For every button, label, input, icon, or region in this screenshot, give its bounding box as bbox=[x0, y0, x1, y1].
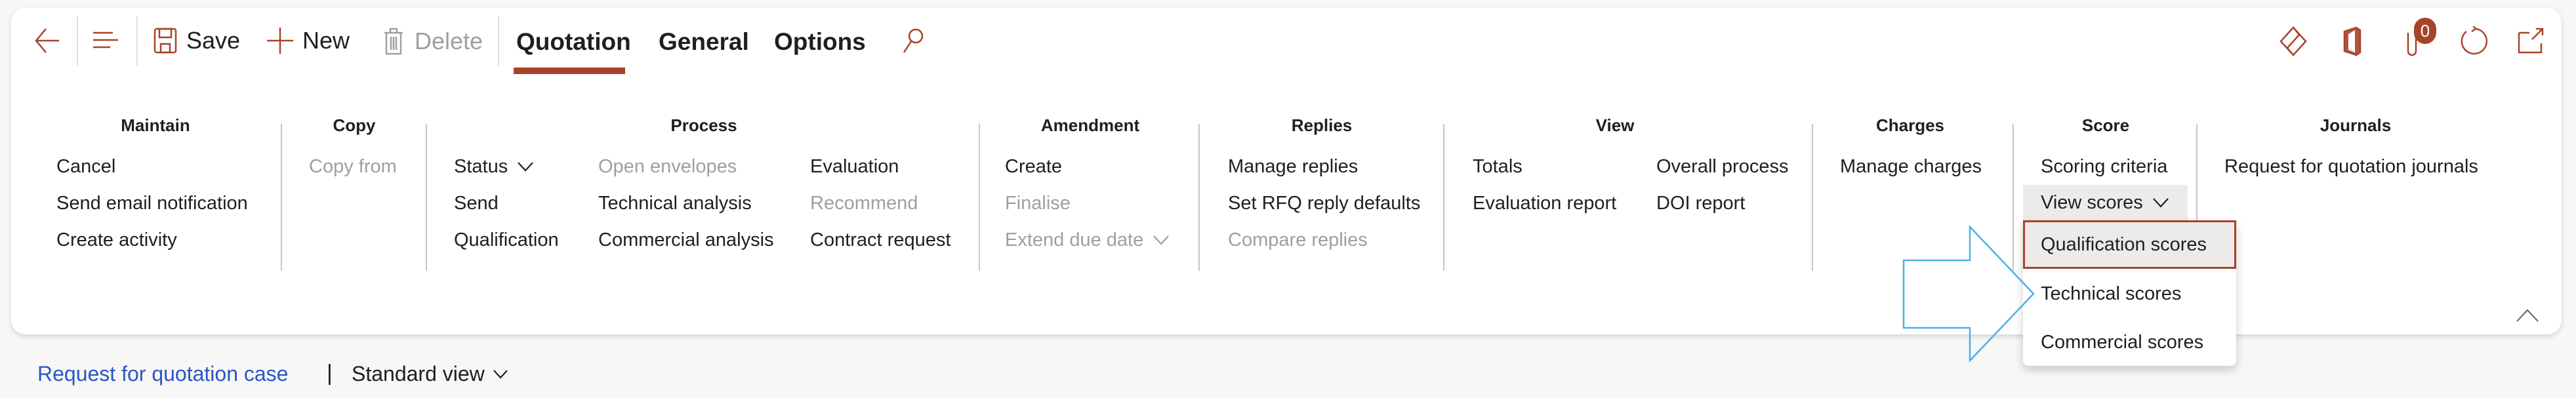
copy-from-button: Copy from bbox=[309, 156, 397, 177]
group-title-process: Process bbox=[670, 115, 737, 135]
chevron-down-icon bbox=[1153, 235, 1170, 245]
office-icon[interactable] bbox=[2342, 26, 2363, 56]
commercial-analysis-button[interactable]: Commercial analysis bbox=[598, 229, 774, 251]
rfq-case-link[interactable]: Request for quotation case bbox=[37, 362, 288, 386]
group-title-view: View bbox=[1595, 115, 1635, 135]
send-email-notification-button[interactable]: Send email notification bbox=[56, 192, 248, 214]
compare-replies-button: Compare replies bbox=[1228, 229, 1368, 250]
group-divider bbox=[1198, 124, 1200, 271]
view-selector-label: Standard view bbox=[352, 362, 485, 386]
power-apps-icon[interactable] bbox=[2280, 26, 2307, 56]
totals-button[interactable]: Totals bbox=[1473, 155, 1523, 178]
annotation-arrow-icon bbox=[1902, 224, 2035, 363]
extend-due-date-label: Extend due date bbox=[1005, 229, 1144, 250]
footer-separator: | bbox=[327, 361, 333, 386]
new-label: New bbox=[302, 27, 350, 54]
group-divider bbox=[1812, 124, 1813, 271]
send-button[interactable]: Send bbox=[454, 192, 499, 214]
view-scores-dropdown[interactable]: View scores bbox=[2023, 185, 2188, 220]
doi-report-button[interactable]: DOI report bbox=[1656, 192, 1745, 214]
view-scores-menu: Qualification scores Technical scores Co… bbox=[2023, 220, 2236, 366]
group-title-copy: Copy bbox=[333, 115, 376, 135]
group-title-replies: Replies bbox=[1291, 115, 1353, 135]
extend-due-date-dropdown: Extend due date bbox=[1005, 229, 1170, 251]
status-dropdown[interactable]: Status bbox=[454, 155, 534, 178]
manage-replies-button[interactable]: Manage replies bbox=[1228, 155, 1358, 178]
chevron-down-icon bbox=[493, 369, 508, 379]
toolbar-divider bbox=[498, 16, 499, 66]
open-envelopes-button: Open envelopes bbox=[598, 156, 737, 177]
recommend-button: Recommend bbox=[810, 193, 918, 214]
tab-quotation[interactable]: Quotation bbox=[516, 28, 631, 56]
refresh-icon[interactable] bbox=[2459, 26, 2487, 56]
evaluation-report-button[interactable]: Evaluation report bbox=[1473, 192, 1616, 214]
save-label: Save bbox=[186, 27, 241, 54]
group-divider bbox=[281, 124, 282, 271]
evaluation-button[interactable]: Evaluation bbox=[810, 155, 899, 178]
group-title-journals: Journals bbox=[2320, 115, 2392, 135]
save-icon bbox=[153, 28, 177, 54]
delete-label: Delete bbox=[415, 28, 483, 54]
contract-request-button[interactable]: Contract request bbox=[810, 229, 951, 251]
group-divider bbox=[1443, 124, 1444, 271]
save-button[interactable]: Save bbox=[153, 28, 240, 54]
status-label: Status bbox=[454, 156, 508, 177]
group-title-charges: Charges bbox=[1875, 115, 1945, 135]
open-in-new-window-icon[interactable] bbox=[2518, 28, 2544, 54]
finalise-button: Finalise bbox=[1005, 193, 1071, 214]
menu-item-qualification-scores[interactable]: Qualification scores bbox=[2023, 220, 2236, 269]
menu-item-commercial-scores[interactable]: Commercial scores bbox=[2023, 318, 2236, 367]
rfq-journals-button[interactable]: Request for quotation journals bbox=[2224, 155, 2478, 178]
overall-process-button[interactable]: Overall process bbox=[1656, 155, 1788, 178]
scoring-criteria-button[interactable]: Scoring criteria bbox=[2041, 155, 2167, 178]
collapse-chevron-up-icon[interactable] bbox=[2516, 308, 2539, 323]
view-selector[interactable]: Standard view bbox=[352, 362, 508, 386]
attachments-count-badge: 0 bbox=[2414, 18, 2436, 44]
trash-icon bbox=[384, 28, 403, 55]
active-tab-indicator bbox=[514, 68, 625, 74]
set-rfq-reply-defaults-button[interactable]: Set RFQ reply defaults bbox=[1228, 192, 1420, 214]
group-divider bbox=[979, 124, 980, 271]
create-amendment-button[interactable]: Create bbox=[1005, 155, 1062, 178]
tab-general[interactable]: General bbox=[659, 28, 749, 56]
group-divider bbox=[426, 124, 427, 271]
view-scores-label: View scores bbox=[2041, 192, 2143, 213]
hamburger-icon[interactable] bbox=[92, 31, 119, 49]
toolbar-divider bbox=[136, 16, 138, 66]
toolbar-divider bbox=[77, 16, 78, 66]
chevron-down-icon bbox=[2153, 198, 2169, 208]
new-button[interactable]: New bbox=[267, 28, 350, 54]
back-arrow-icon[interactable] bbox=[34, 26, 60, 55]
chevron-down-icon bbox=[518, 162, 534, 172]
group-title-amendment: Amendment bbox=[1040, 115, 1140, 135]
manage-charges-button[interactable]: Manage charges bbox=[1840, 155, 1982, 178]
menu-item-technical-scores[interactable]: Technical scores bbox=[2023, 269, 2236, 318]
technical-analysis-button[interactable]: Technical analysis bbox=[598, 192, 752, 214]
tab-options[interactable]: Options bbox=[774, 28, 866, 56]
cancel-button[interactable]: Cancel bbox=[56, 155, 115, 178]
search-icon[interactable] bbox=[902, 28, 924, 54]
group-title-score: Score bbox=[2081, 115, 2130, 135]
group-title-maintain: Maintain bbox=[121, 115, 190, 135]
plus-icon bbox=[267, 28, 293, 54]
delete-button: Delete bbox=[383, 28, 483, 55]
qualification-button[interactable]: Qualification bbox=[454, 229, 559, 251]
create-activity-button[interactable]: Create activity bbox=[56, 229, 177, 251]
